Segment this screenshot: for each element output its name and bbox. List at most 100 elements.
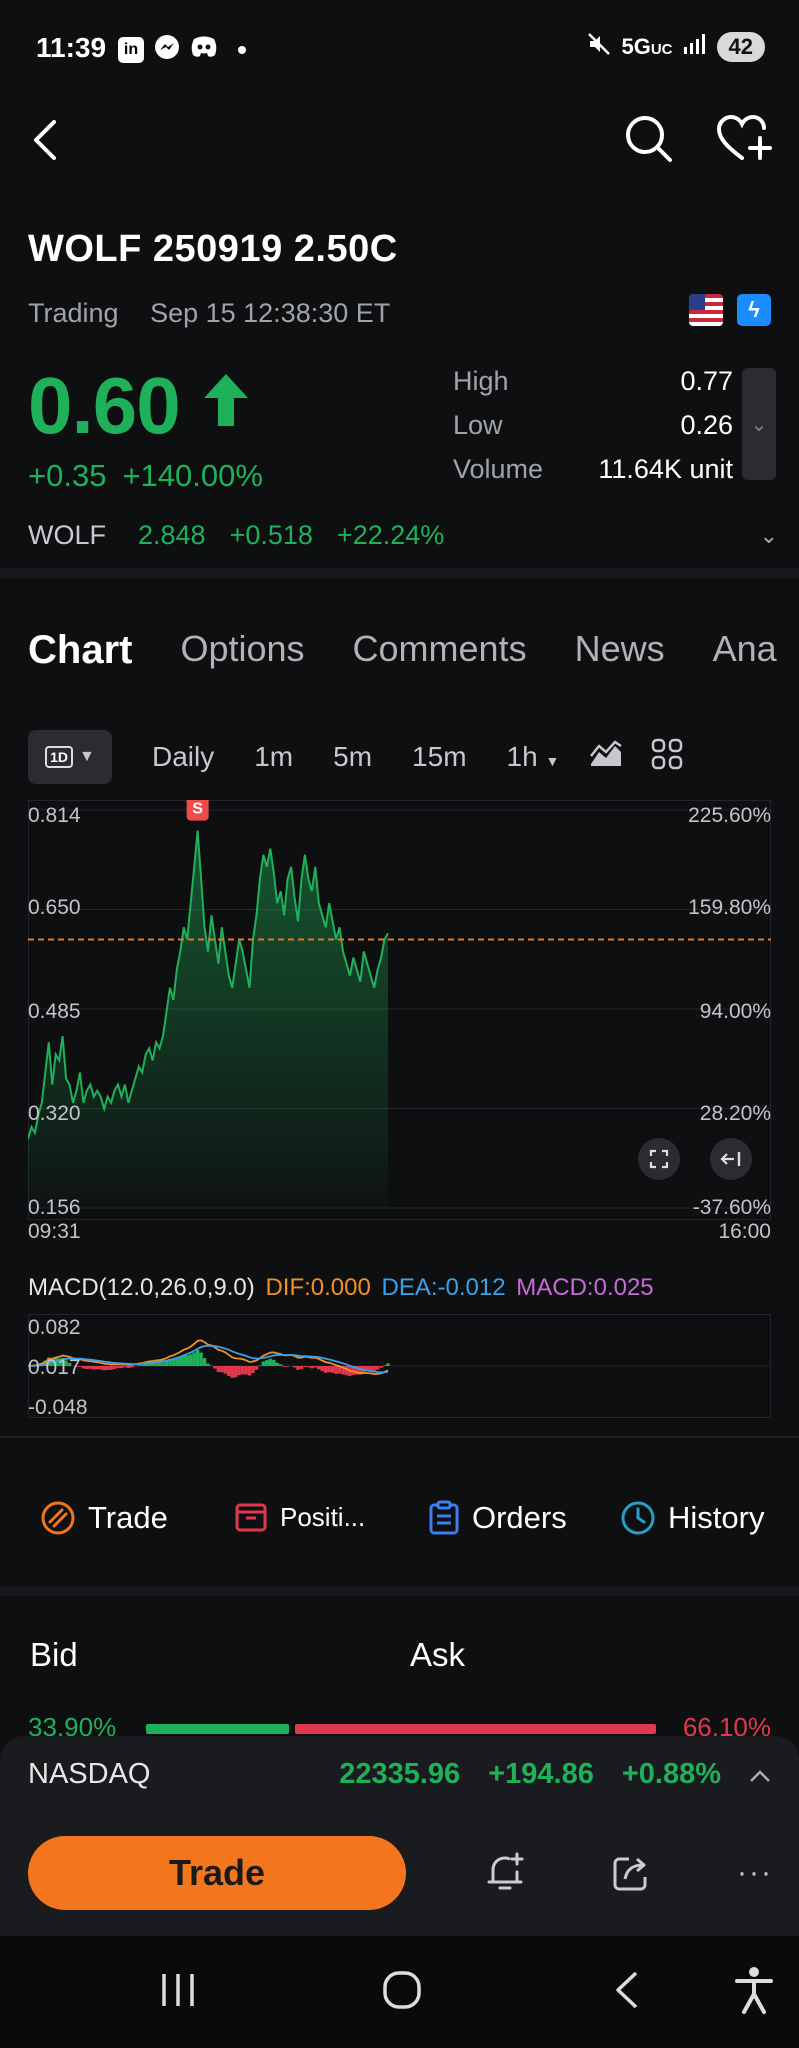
macd-tick: 0.082 bbox=[28, 1316, 81, 1339]
macd-bar bbox=[195, 1349, 200, 1366]
back-nav-icon[interactable] bbox=[612, 1970, 640, 2015]
tab-news[interactable]: News bbox=[575, 628, 665, 688]
macd-bar bbox=[123, 1366, 127, 1368]
period-15m[interactable]: 15m bbox=[412, 741, 466, 773]
orders-action-button[interactable]: Orders bbox=[428, 1500, 567, 1536]
macd-bar bbox=[265, 1360, 269, 1366]
positions-action-button[interactable]: Positi... bbox=[234, 1500, 365, 1534]
trade-button[interactable]: Trade bbox=[28, 1836, 406, 1910]
macd-bar bbox=[105, 1366, 110, 1370]
period-1m[interactable]: 1m bbox=[254, 741, 293, 773]
x-tick: 09:31 bbox=[28, 1220, 81, 1243]
status-bar: 11:39 in 5GUC 42 bbox=[0, 0, 799, 100]
macd-bar bbox=[185, 1355, 189, 1366]
recent-apps-icon[interactable] bbox=[158, 1972, 198, 2013]
macd-bar bbox=[161, 1362, 165, 1366]
index-name: NASDAQ bbox=[28, 1758, 151, 1790]
macd-bar bbox=[285, 1366, 290, 1367]
macd-bar bbox=[268, 1358, 273, 1366]
macd-bar bbox=[306, 1366, 311, 1368]
history-action-button[interactable]: History bbox=[620, 1500, 764, 1536]
change-percent: +140.00% bbox=[122, 458, 263, 493]
macd-bar bbox=[116, 1366, 120, 1369]
macd-bar bbox=[258, 1365, 262, 1366]
macd-bar bbox=[130, 1366, 134, 1368]
macd-bar bbox=[375, 1366, 380, 1370]
history-icon bbox=[621, 1501, 655, 1535]
y-tick-right: -37.60% bbox=[692, 1196, 771, 1219]
period-5m[interactable]: 5m bbox=[333, 741, 372, 773]
underlying-change-percent: +22.24% bbox=[336, 520, 445, 550]
tab-analysis[interactable]: Ana bbox=[713, 628, 777, 688]
page-title: WOLF 250919 2.50C bbox=[28, 228, 398, 270]
stat-volume: Volume 11.64K unit bbox=[453, 454, 733, 484]
tab-options[interactable]: Options bbox=[180, 628, 304, 688]
market-state: Trading bbox=[28, 298, 119, 328]
ask-label: Ask bbox=[410, 1636, 466, 1673]
jump-to-latest-icon[interactable] bbox=[710, 1138, 752, 1180]
macd-bar bbox=[227, 1366, 231, 1377]
grid-layout-icon[interactable] bbox=[651, 738, 683, 777]
period-daily[interactable]: Daily bbox=[152, 741, 214, 773]
macd-bar bbox=[278, 1364, 283, 1366]
underlying-quote[interactable]: WOLF 2.848 +0.518 +22.24% ⌄ bbox=[28, 520, 778, 551]
lightning-icon[interactable]: ϟ bbox=[737, 294, 771, 326]
macd-bar bbox=[230, 1366, 234, 1378]
macd-bar bbox=[206, 1363, 210, 1366]
macd-bar bbox=[102, 1366, 106, 1371]
share-icon[interactable] bbox=[606, 1848, 656, 1898]
accessibility-icon[interactable] bbox=[734, 1966, 774, 2019]
trade-action-button[interactable]: Trade bbox=[40, 1500, 168, 1536]
trading-status: Trading Sep 15 12:38:30 ET bbox=[28, 298, 390, 329]
macd-bar bbox=[233, 1366, 238, 1378]
macd-bar bbox=[109, 1366, 113, 1370]
index-ticker[interactable]: NASDAQ 22335.96 +194.86 +0.88% bbox=[28, 1758, 771, 1791]
period-1h[interactable]: 1h ▼ bbox=[507, 741, 560, 773]
price-up-arrow-icon bbox=[202, 372, 250, 433]
macd-bar bbox=[317, 1366, 321, 1370]
y-tick-left: 0.814 bbox=[28, 804, 81, 827]
back-button[interactable] bbox=[26, 118, 66, 167]
home-icon[interactable] bbox=[382, 1970, 422, 2015]
macd-bar bbox=[244, 1366, 248, 1375]
battery-icon: 42 bbox=[716, 32, 765, 62]
macd-bar bbox=[330, 1366, 335, 1373]
expand-stats-button[interactable]: ⌄ bbox=[742, 368, 776, 480]
macd-bar bbox=[223, 1366, 228, 1374]
price-area bbox=[28, 830, 388, 1208]
chart-toolbar: 1D ▼ Daily 1m 5m 15m 1h ▼ bbox=[28, 730, 778, 784]
macd-bar bbox=[254, 1366, 259, 1370]
chevron-down-icon[interactable]: ⌄ bbox=[760, 523, 778, 549]
index-change: +194.86 bbox=[488, 1758, 594, 1790]
sell-marker[interactable]: S bbox=[186, 800, 209, 821]
macd-bar bbox=[247, 1366, 252, 1376]
y-tick-left: 0.320 bbox=[28, 1102, 81, 1125]
chevron-up-icon[interactable] bbox=[749, 1758, 771, 1791]
status-time: 11:39 bbox=[36, 32, 107, 63]
detail-tabs: Chart Options Comments News Ana bbox=[28, 628, 799, 688]
search-icon[interactable] bbox=[624, 114, 674, 169]
tab-chart[interactable]: Chart bbox=[28, 628, 132, 688]
macd-legend[interactable]: MACD(12.0,26.0,9.0) DIF:0.000 DEA:-0.012… bbox=[28, 1274, 654, 1302]
more-options-icon[interactable]: ··· bbox=[730, 1848, 780, 1898]
underlying-change: +0.518 bbox=[229, 520, 313, 550]
macd-bar bbox=[299, 1366, 304, 1369]
linkedin-icon: in bbox=[118, 36, 144, 63]
underlying-symbol: WOLF bbox=[28, 520, 106, 550]
period-selector-button[interactable]: 1D ▼ bbox=[28, 730, 112, 784]
svg-text:S: S bbox=[192, 801, 203, 818]
add-watchlist-heart-icon[interactable] bbox=[716, 114, 772, 169]
macd-bar bbox=[240, 1366, 245, 1375]
price-alert-bell-icon[interactable] bbox=[480, 1848, 530, 1898]
macd-bar bbox=[112, 1366, 117, 1370]
macd-bar bbox=[382, 1365, 387, 1366]
macd-bar bbox=[81, 1366, 86, 1369]
market-flags: ϟ bbox=[689, 294, 771, 326]
fullscreen-icon[interactable] bbox=[638, 1138, 680, 1180]
quote-stats: High 0.77 Low 0.26 Volume 11.64K unit bbox=[453, 366, 733, 498]
tab-comments[interactable]: Comments bbox=[353, 628, 527, 688]
bid-label: Bid bbox=[30, 1636, 78, 1673]
macd-bar bbox=[251, 1366, 255, 1373]
macd-chart[interactable] bbox=[28, 1314, 771, 1418]
chart-type-icon[interactable] bbox=[589, 739, 623, 775]
